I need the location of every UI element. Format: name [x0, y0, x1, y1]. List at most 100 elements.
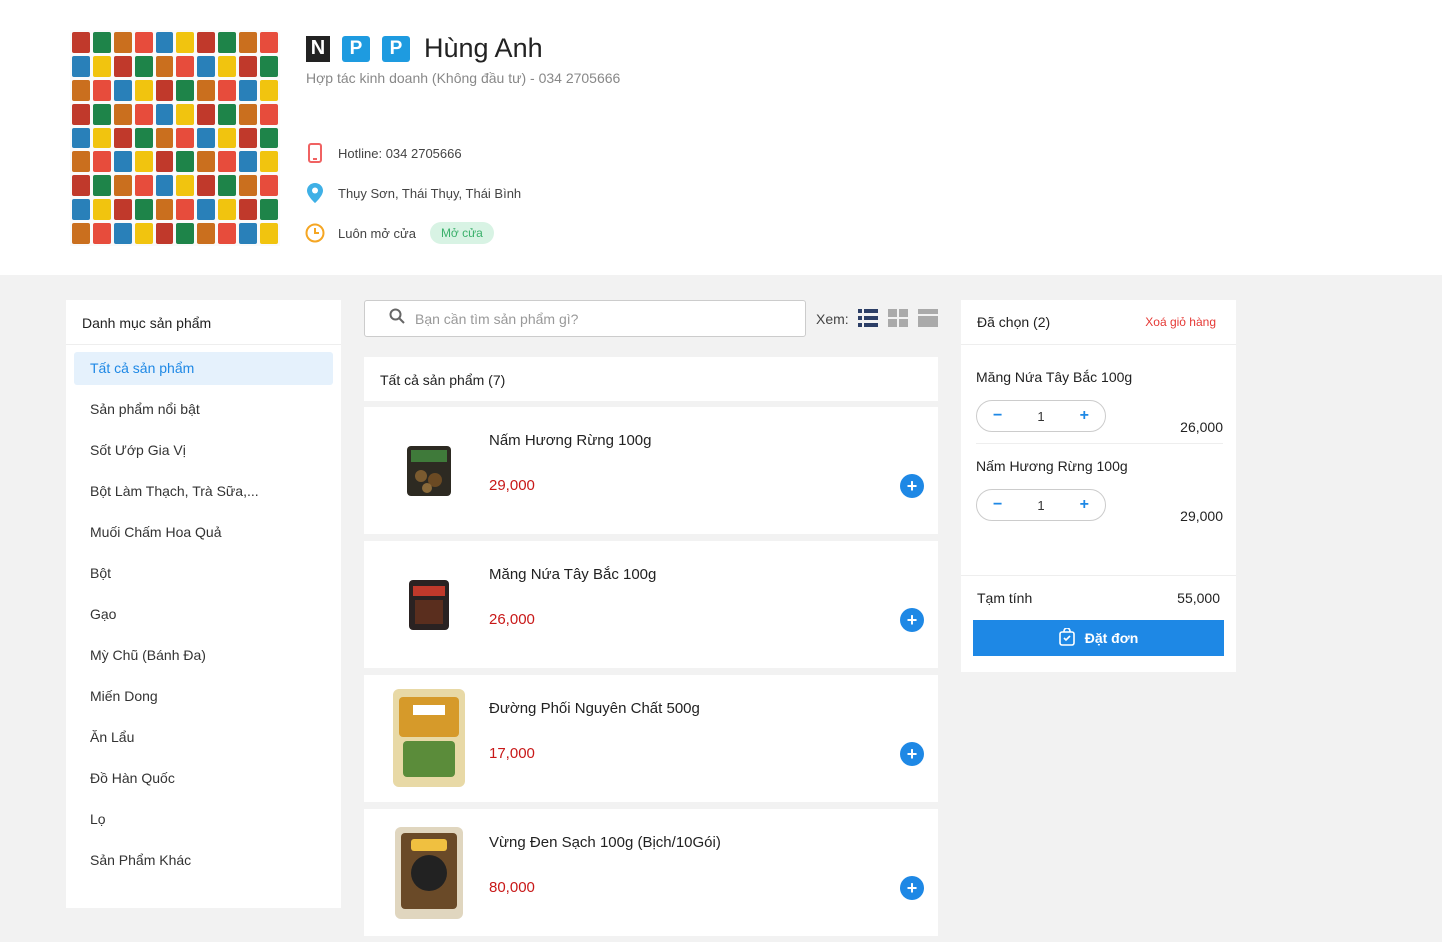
store-badge-n: N	[306, 35, 330, 62]
list-view-icon[interactable]	[858, 308, 878, 328]
product-card[interactable]: Vừng Đen Sạch 100g (Bịch/10Gói) 80,000 +	[364, 809, 938, 936]
add-to-cart-button[interactable]: +	[900, 474, 924, 498]
add-to-cart-button[interactable]: +	[900, 742, 924, 766]
store-image-tile	[72, 199, 90, 221]
place-order-label: Đặt đơn	[1084, 630, 1139, 646]
open-status-badge: Mở cửa	[429, 222, 494, 244]
store-image-tile	[239, 127, 258, 149]
increase-button[interactable]: +	[1080, 407, 1089, 425]
hotline-row[interactable]: Hotline: 034 2705666	[305, 142, 462, 164]
grid-view-icon[interactable]	[888, 308, 908, 328]
product-card[interactable]: Măng Nứa Tây Bắc 100g 26,000 +	[364, 541, 938, 668]
store-image-tile	[197, 103, 216, 125]
store-image-tile	[134, 175, 153, 197]
decrease-button[interactable]: −	[993, 496, 1002, 514]
store-image-tile	[197, 175, 216, 197]
store-image-tile	[239, 151, 258, 173]
search-box[interactable]	[364, 300, 806, 337]
cart-divider	[961, 575, 1236, 576]
store-image-tile	[155, 151, 174, 173]
store-image-tile	[72, 223, 90, 244]
cart-divider	[976, 443, 1223, 444]
store-image-tile	[134, 103, 153, 125]
category-item-featured[interactable]: Sản phẩm nổi bật	[74, 393, 333, 426]
category-item-korean[interactable]: Đồ Hàn Quốc	[74, 762, 333, 795]
category-item-other[interactable]: Sản Phẩm Khác	[74, 844, 333, 877]
store-image-tile	[176, 32, 195, 53]
increase-button[interactable]: +	[1080, 496, 1089, 514]
category-item-noodle[interactable]: Mỳ Chũ (Bánh Đa)	[74, 639, 333, 672]
cart-item-name: Măng Nứa Tây Bắc 100g	[976, 369, 1133, 385]
subtotal-value: 55,000	[1177, 590, 1220, 606]
store-image-tile	[92, 151, 111, 173]
view-label: Xem:	[816, 311, 849, 327]
store-image-tile	[239, 175, 258, 197]
store-image-tile	[113, 151, 132, 173]
store-image-tile	[113, 55, 132, 77]
store-image-tile	[155, 199, 174, 221]
category-item-all[interactable]: Tất cả sản phẩm	[74, 352, 333, 385]
place-order-button[interactable]: Đặt đơn	[973, 620, 1224, 656]
cart-header: Đã chọn (2) Xoá giỏ hàng	[961, 300, 1236, 345]
decrease-button[interactable]: −	[993, 407, 1002, 425]
quantity-value[interactable]: 1	[1037, 498, 1044, 513]
category-item-rice[interactable]: Gạo	[74, 598, 333, 631]
quantity-value[interactable]: 1	[1037, 409, 1044, 424]
store-image-tile	[155, 32, 174, 53]
store-image-tile	[176, 223, 195, 244]
address-text: Thụy Sơn, Thái Thụy, Thái Bình	[338, 185, 522, 201]
hours-row: Luôn mở cửa Mở cửa	[305, 222, 494, 244]
store-image-tile	[134, 32, 153, 53]
cart-item-name: Nấm Hương Rừng 100g	[976, 458, 1128, 474]
store-image-tile	[260, 175, 278, 197]
category-item-hotpot[interactable]: Ăn Lẩu	[74, 721, 333, 754]
product-image	[388, 419, 470, 523]
product-price: 26,000	[489, 611, 535, 628]
quantity-stepper: − 1 +	[976, 400, 1106, 432]
store-image-tile	[239, 79, 258, 101]
address-row: Thụy Sơn, Thái Thụy, Thái Bình	[305, 182, 521, 204]
store-image-tile	[218, 55, 237, 77]
store-image-tile	[72, 55, 90, 77]
card-view-icon[interactable]	[918, 308, 938, 328]
product-card[interactable]: Đường Phối Nguyên Chất 500g 17,000 +	[364, 675, 938, 802]
store-image-tile	[92, 199, 111, 221]
category-item-jelly-powder[interactable]: Bột Làm Thạch, Trà Sữa,...	[74, 475, 333, 508]
category-item-fruit-salt[interactable]: Muối Chấm Hoa Quả	[74, 516, 333, 549]
hotline-text: Hotline: 034 2705666	[338, 145, 462, 161]
add-to-cart-button[interactable]: +	[900, 608, 924, 632]
store-image-tile	[239, 223, 258, 244]
cart-item-price: 26,000	[1180, 419, 1223, 435]
store-badge-p: P	[382, 35, 410, 62]
store-image-tile	[113, 223, 132, 244]
category-item-jar[interactable]: Lọ	[74, 803, 333, 836]
store-image-tile	[197, 79, 216, 101]
product-list-header: Tất cả sản phẩm (7)	[364, 357, 938, 401]
category-item-marinade[interactable]: Sốt Ướp Gia Vị	[74, 434, 333, 467]
store-image-tile	[155, 79, 174, 101]
product-card[interactable]: Nấm Hương Rừng 100g 29,000 +	[364, 407, 938, 534]
store-image-tile	[218, 175, 237, 197]
subtotal-row: Tạm tính 55,000	[977, 590, 1220, 606]
category-item-powder[interactable]: Bột	[74, 557, 333, 590]
search-input[interactable]	[415, 310, 775, 327]
phone-icon	[305, 142, 325, 164]
store-image-tile	[218, 79, 237, 101]
category-item-vermicelli[interactable]: Miến Dong	[74, 680, 333, 713]
add-to-cart-button[interactable]: +	[900, 876, 924, 900]
store-badge-p: P	[342, 35, 370, 62]
store-image-tile	[134, 55, 153, 77]
store-image-tile	[260, 79, 278, 101]
store-image-tile	[197, 55, 216, 77]
store-image-tile	[239, 199, 258, 221]
store-image-tile	[218, 127, 237, 149]
store-image-tile	[155, 55, 174, 77]
store-image-tile	[92, 223, 111, 244]
store-image-tile	[72, 127, 90, 149]
clear-cart-button[interactable]: Xoá giỏ hàng	[1145, 315, 1216, 329]
store-image-tile	[134, 151, 153, 173]
store-image-tile	[113, 103, 132, 125]
product-name: Vừng Đen Sạch 100g (Bịch/10Gói)	[489, 834, 721, 851]
cart-item: Măng Nứa Tây Bắc 100g − 1 + 26,000	[976, 369, 1223, 439]
store-image-tile	[92, 175, 111, 197]
